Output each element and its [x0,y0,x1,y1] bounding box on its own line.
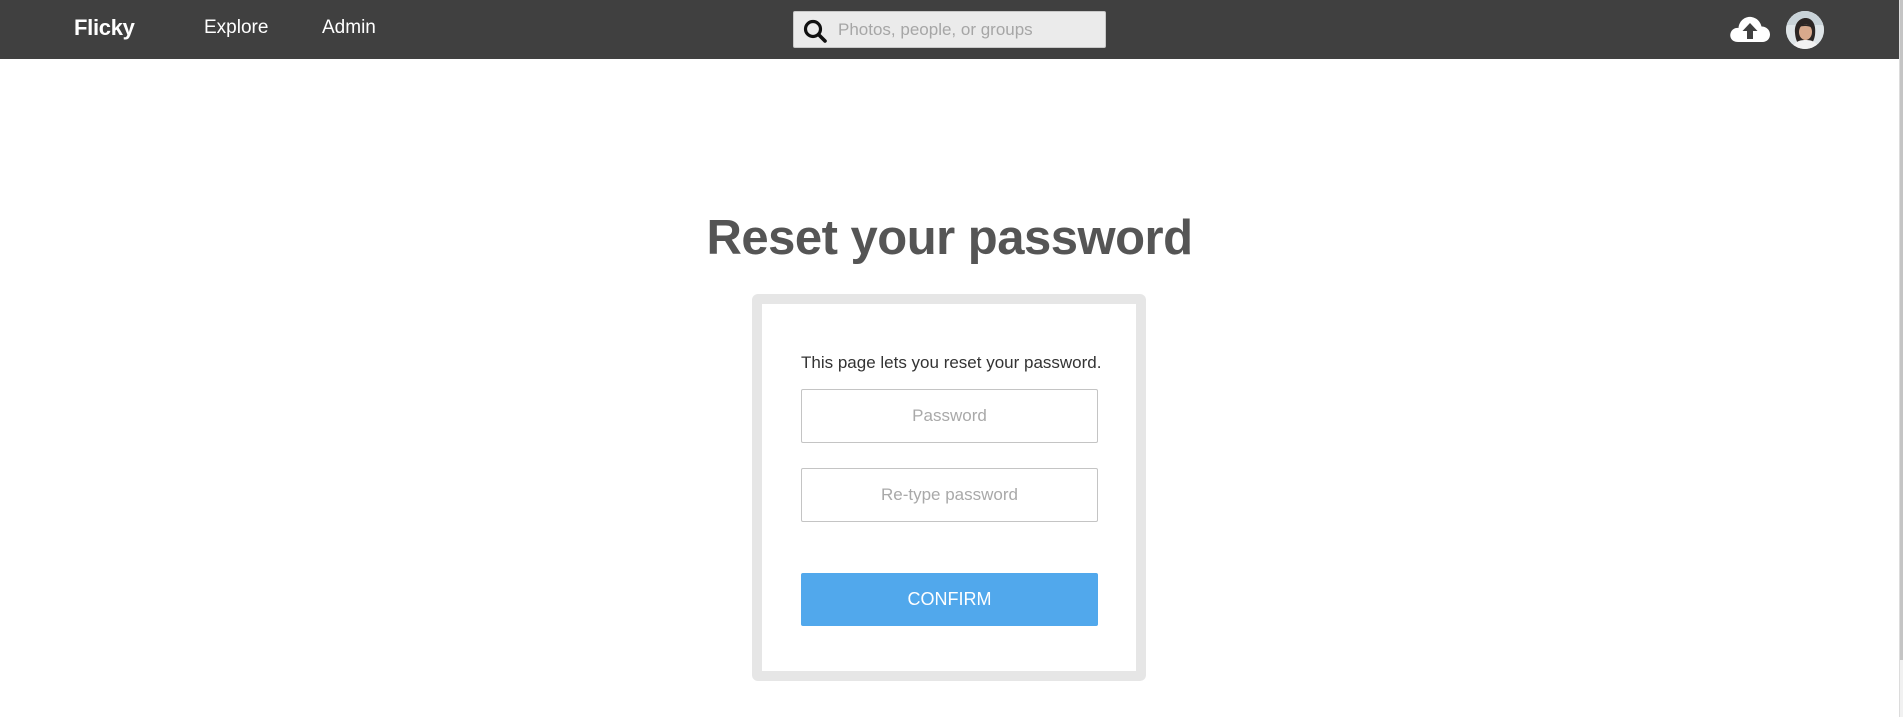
page: Flicky Explore Admin Photos, people, or … [0,0,1903,717]
user-avatar[interactable] [1786,11,1824,49]
search-box [793,11,1106,48]
confirm-button[interactable]: CONFIRM [801,573,1098,626]
page-title: Reset your password [706,211,1193,265]
search-icon[interactable] [802,18,828,44]
search-input[interactable] [838,12,1100,47]
avatar-image [1786,11,1824,49]
top-navigation-bar: Flicky Explore Admin [0,0,1899,59]
reset-password-form: This page lets you reset your password. … [762,304,1136,671]
reset-description: This page lets you reset your password. [801,353,1102,372]
nav-admin-link[interactable]: Admin [322,17,376,39]
nav-explore-link[interactable]: Explore [204,17,268,39]
retype-password-field[interactable] [801,468,1098,522]
password-field[interactable] [801,389,1098,443]
brand-logo[interactable]: Flicky [74,15,135,41]
reset-password-card: This page lets you reset your password. … [752,294,1146,681]
cloud-upload-icon[interactable] [1728,9,1772,49]
page-scrollbar[interactable] [1899,0,1903,717]
